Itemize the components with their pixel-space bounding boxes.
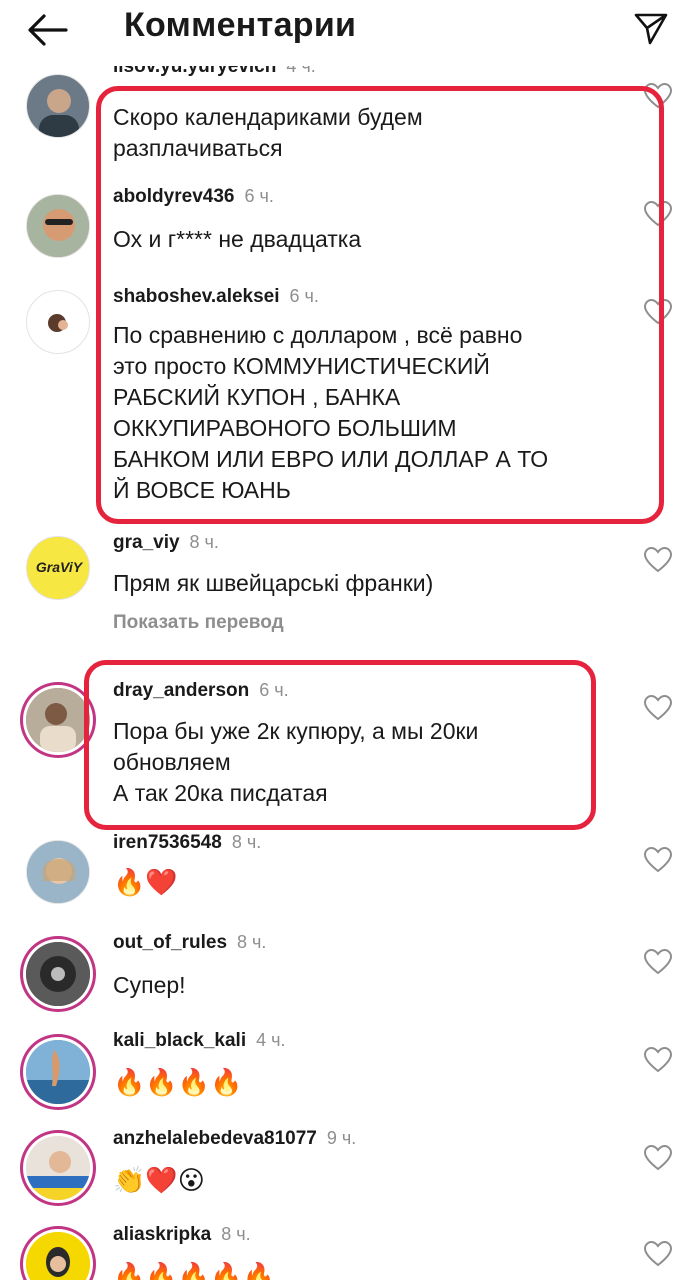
back-arrow-icon[interactable]	[26, 10, 70, 50]
comment-item: lisov.yu.yuryevich 4 ч. Скоро календарика…	[0, 60, 683, 170]
comment-item: GraViY gra_viy 8 ч. Прям як швейцарські ф…	[0, 528, 683, 648]
heart-icon[interactable]	[643, 1144, 673, 1172]
avatar[interactable]	[26, 840, 90, 904]
avatar-logo-text: GraViY	[35, 559, 83, 575]
comment-username[interactable]: gra_viy 8 ч.	[113, 532, 219, 554]
comment-item: out_of_rules 8 ч. Супер!	[0, 926, 683, 1016]
avatar[interactable]	[26, 290, 90, 354]
comment-username[interactable]: iren7536548 8 ч.	[113, 832, 261, 854]
heart-icon[interactable]	[643, 1046, 673, 1074]
heart-icon[interactable]	[643, 546, 673, 574]
comment-item: shaboshev.aleksei 6 ч. По сравнению с дол…	[0, 280, 683, 510]
comment-item: aliaskripka 8 ч. 🔥🔥🔥🔥🔥	[0, 1218, 683, 1280]
heart-icon[interactable]	[643, 82, 673, 110]
comment-username[interactable]: shaboshev.aleksei 6 ч.	[113, 286, 319, 308]
heart-icon[interactable]	[643, 298, 673, 326]
comment-item: anzhelalebedeva81077 9 ч. 👏❤️😮	[0, 1122, 683, 1212]
comment-username[interactable]: out_of_rules 8 ч.	[113, 932, 266, 954]
comment-text: 🔥❤️	[113, 867, 178, 897]
page-title: Комментарии	[124, 6, 357, 44]
comment-text: Супер!	[113, 972, 186, 998]
show-translation-link[interactable]: Показать перевод	[113, 612, 284, 634]
avatar[interactable]	[26, 1232, 90, 1280]
comment-text: 🔥🔥🔥🔥🔥	[113, 1261, 275, 1280]
comment-username[interactable]: kali_black_kali 4 ч.	[113, 1030, 286, 1052]
avatar[interactable]	[26, 688, 90, 752]
avatar[interactable]	[26, 1040, 90, 1104]
comment-text: 🔥🔥🔥🔥	[113, 1067, 243, 1097]
comment-text: Ох и г**** не двадцатка	[113, 226, 362, 252]
comment-item: dray_anderson 6 ч. Пора бы уже 2к купюру,…	[0, 674, 683, 824]
comment-username[interactable]: lisov.yu.yuryevich 4 ч.	[113, 66, 316, 80]
comment-item: aboldyrev436 6 ч. Ох и г**** не двадцатка	[0, 180, 683, 270]
comment-username[interactable]: dray_anderson 6 ч.	[113, 680, 289, 702]
heart-icon[interactable]	[643, 694, 673, 722]
comment-text: Скоро календариками будем разплачиваться	[113, 104, 423, 161]
comment-item: kali_black_kali 4 ч. 🔥🔥🔥🔥	[0, 1024, 683, 1114]
comment-username[interactable]: aboldyrev436 6 ч.	[113, 186, 274, 208]
comment-text: По сравнению с долларом , всё равно это …	[113, 322, 549, 503]
heart-icon[interactable]	[643, 846, 673, 874]
heart-icon[interactable]	[643, 200, 673, 228]
heart-icon[interactable]	[643, 948, 673, 976]
app-header: Комментарии	[0, 0, 683, 60]
avatar[interactable]	[26, 74, 90, 138]
avatar[interactable]	[26, 194, 90, 258]
avatar[interactable]	[26, 942, 90, 1006]
comment-text: Пора бы уже 2к купюру, а мы 20ки обновля…	[113, 718, 479, 806]
send-icon[interactable]	[633, 10, 669, 46]
avatar[interactable]	[26, 1136, 90, 1200]
heart-icon[interactable]	[643, 1240, 673, 1268]
comment-text: Прям як швейцарські франки)	[113, 570, 434, 596]
comment-username[interactable]: aliaskripka 8 ч.	[113, 1224, 251, 1246]
comment-item: iren7536548 8 ч. 🔥❤️	[0, 828, 683, 918]
avatar[interactable]: GraViY	[26, 536, 90, 600]
comment-username[interactable]: anzhelalebedeva81077 9 ч.	[113, 1128, 356, 1150]
comment-text: 👏❤️😮	[113, 1165, 205, 1195]
